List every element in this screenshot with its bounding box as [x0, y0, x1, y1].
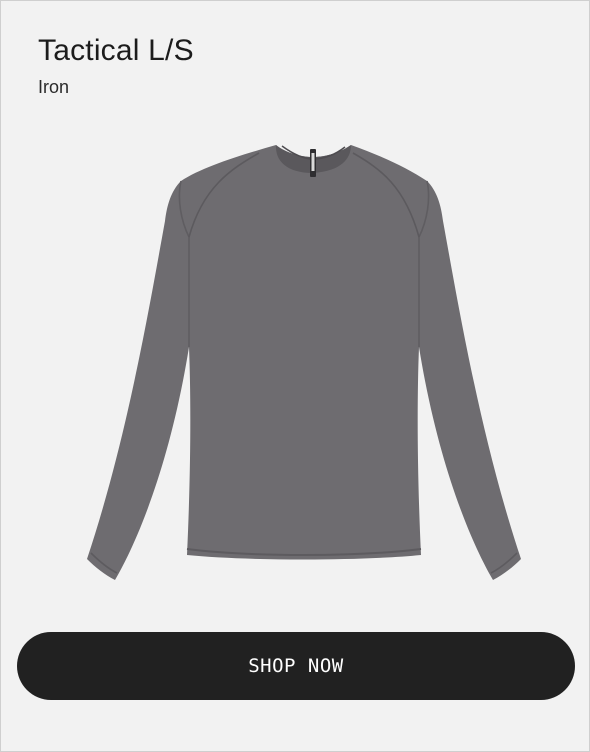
shop-now-button[interactable]: SHOP NOW [17, 632, 575, 700]
product-title: Tactical L/S [38, 34, 194, 67]
product-color-label: Iron [38, 77, 70, 97]
long-sleeve-shirt-icon[interactable] [81, 139, 531, 589]
shirt-body [87, 145, 521, 580]
product-card: Tactical L/S Iron SHOP NOW [0, 0, 590, 752]
neck-label-mark [311, 153, 315, 171]
